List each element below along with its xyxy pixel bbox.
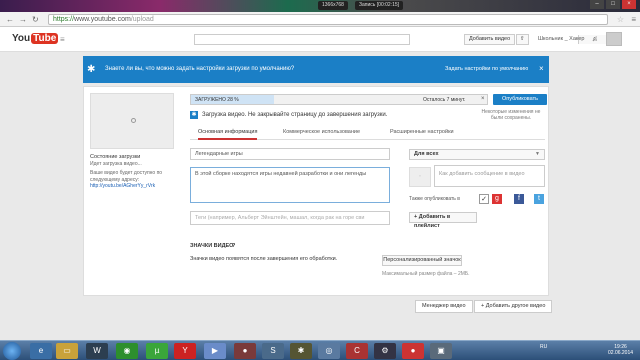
user-name[interactable]: Школьник _ Хакер xyxy=(538,36,584,42)
video-link[interactable]: http://youtu.be/AGherYy_rVrk xyxy=(90,183,176,190)
tags-input[interactable]: Теги (например, Альберт Эйнштейн, машал,… xyxy=(190,211,390,225)
youtube-logo[interactable]: You Tube xyxy=(12,33,59,44)
twitter-icon[interactable]: t xyxy=(534,194,544,204)
forward-icon[interactable]: → xyxy=(19,15,27,24)
time-left: Осталось 7 минут. xyxy=(423,97,466,103)
privacy-value: Для всех xyxy=(414,151,439,157)
tab-basic-info[interactable]: Основная информация xyxy=(198,129,258,140)
tanks-icon[interactable]: W xyxy=(86,343,108,359)
add-video-button[interactable]: Добавить видео xyxy=(464,34,516,45)
address-input[interactable]: https://www.youtube.com/upload xyxy=(48,14,608,25)
description-text: В этой сборке находятся игры недавней ра… xyxy=(195,171,367,177)
help-icon[interactable]: ? xyxy=(232,243,235,249)
recorder-icon[interactable]: ● xyxy=(402,343,424,359)
banner-link[interactable]: Задать настройки по умолчанию xyxy=(445,66,528,72)
reload-icon[interactable]: ↻ xyxy=(32,15,39,24)
upload-progress-bar: ЗАГРУЖЕНО 28 % Осталось 7 минут. × xyxy=(190,94,488,105)
url-scheme: https:// xyxy=(53,16,75,23)
maximize-button[interactable]: □ xyxy=(606,0,620,9)
url-host: www.youtube.com xyxy=(74,16,131,23)
skype-icon[interactable]: S xyxy=(262,343,284,359)
upload-warning: ✱ Загрузка видео. Не закрывайте страницу… xyxy=(190,111,387,119)
message-input[interactable]: Как добавить сообщение в видео xyxy=(434,165,545,187)
upload-warning-icon: ✱ xyxy=(190,111,198,119)
upload-warning-text: Загрузка видео. Не закрывайте страницу д… xyxy=(202,112,388,118)
guide-menu-icon[interactable]: ≡ xyxy=(60,35,65,44)
share-label: Также опубликовать в xyxy=(409,196,460,202)
defaults-banner: ✱ Знаете ли вы, что можно задать настрой… xyxy=(83,56,549,83)
upload-icon[interactable]: ⇧ xyxy=(516,34,529,45)
bookmark-star-icon[interactable]: ☆ xyxy=(617,15,624,24)
custom-thumbnail-button[interactable]: Персонализированный значок xyxy=(382,255,462,266)
info-icon: ✱ xyxy=(87,64,96,75)
available-text: Ваше видео будет доступно по следующему … xyxy=(90,170,163,183)
progress-label: ЗАГРУЖЕНО 28 % xyxy=(195,97,239,103)
search-input[interactable]: ⌕ xyxy=(194,34,610,45)
publish-button[interactable]: Опубликовать xyxy=(493,94,547,105)
banner-text: Знаете ли вы, что можно задать настройки… xyxy=(105,66,295,72)
chevron-down-icon: ▼ xyxy=(535,151,540,157)
back-icon[interactable]: ← xyxy=(6,15,14,24)
upload-status-sidebar: Состояние загрузки Идет загрузка видео..… xyxy=(90,154,176,190)
thumbnails-heading: ЗНАЧКИ ВИДЕО xyxy=(190,243,234,249)
facebook-icon[interactable]: f xyxy=(514,194,524,204)
close-button[interactable]: × xyxy=(622,0,636,9)
add-to-playlist-button[interactable]: + Добавить в плейлист xyxy=(409,212,477,229)
window-titlebar: 1366x768 Запись [00:02:15] – □ × xyxy=(0,0,640,12)
browser-menu-icon[interactable]: ≡ xyxy=(631,15,636,24)
upload-panel: Состояние загрузки Идет загрузка видео..… xyxy=(83,86,549,296)
vlc-icon[interactable]: ▶ xyxy=(204,343,226,359)
privacy-select[interactable]: Для всех ▼ xyxy=(409,149,545,160)
ie-icon[interactable]: e xyxy=(30,343,52,359)
windows-taskbar: e ▭ W ◉ µ Y ▶ ● S ✱ ◎ C ⚙ ● ▣ RU 19:26 02… xyxy=(0,340,640,360)
channel-avatar: ▫ xyxy=(409,167,431,187)
tab-bar: Основная информация Коммерческое использ… xyxy=(190,127,545,140)
banner-close-icon[interactable]: × xyxy=(539,64,544,73)
youtube-header: You Tube ≡ ⌕ Добавить видео ⇧ Школьник _ … xyxy=(0,27,640,52)
address-bar-row: ← → ↻ https://www.youtube.com/upload ☆ ≡ xyxy=(0,12,640,27)
unsaved-note: Некоторые изменения не были сохранены. xyxy=(481,109,541,121)
cancel-upload-icon[interactable]: × xyxy=(481,96,485,102)
recorder-resolution: 1366x768 xyxy=(318,1,348,10)
app-icon[interactable]: ● xyxy=(234,343,256,359)
video-thumbnail xyxy=(90,93,174,149)
yandex-icon[interactable]: Y xyxy=(174,343,196,359)
notifications-icon[interactable]: ♫ xyxy=(592,34,598,43)
tab-monetization[interactable]: Коммерческое использование xyxy=(283,129,360,135)
custom-thumbnail-note: Максимальный размер файла – 2МБ. xyxy=(382,271,470,277)
google-plus-icon[interactable]: g xyxy=(492,194,502,204)
share-checkbox[interactable]: ✓ xyxy=(479,194,489,204)
video-manager-button[interactable]: Менеджер видео xyxy=(415,300,473,313)
utorrent-icon[interactable]: µ xyxy=(146,343,168,359)
steam-icon[interactable]: ⚙ xyxy=(374,343,396,359)
clock[interactable]: 19:26 02.06.2014 xyxy=(608,344,633,356)
explorer-icon[interactable]: ▭ xyxy=(56,343,78,359)
add-another-video-button[interactable]: + Добавить другое видео xyxy=(474,300,553,313)
avatar[interactable] xyxy=(606,32,622,46)
chrome-icon[interactable]: ◉ xyxy=(116,343,138,359)
start-button[interactable] xyxy=(3,342,21,360)
thumbnails-text: Значки видео появятся после завершения е… xyxy=(190,256,338,262)
language-indicator[interactable]: RU xyxy=(540,344,547,350)
cam-icon[interactable]: ◎ xyxy=(318,343,340,359)
loading-spinner-icon xyxy=(131,118,136,123)
tab-advanced[interactable]: Расширенные настройки xyxy=(390,129,454,135)
csgo-icon[interactable]: C xyxy=(346,343,368,359)
minimize-button[interactable]: – xyxy=(590,0,604,9)
status-text: Идет загрузка видео... xyxy=(90,160,142,167)
url-path: /upload xyxy=(130,16,154,23)
cs-icon[interactable]: ✱ xyxy=(290,343,312,359)
description-textarea[interactable]: В этой сборке находятся игры недавней ра… xyxy=(190,167,390,203)
recorder-status: Запись [00:02:15] xyxy=(355,1,404,10)
game-icon[interactable]: ▣ xyxy=(430,343,452,359)
title-input[interactable]: Легендарные игры xyxy=(190,148,390,160)
